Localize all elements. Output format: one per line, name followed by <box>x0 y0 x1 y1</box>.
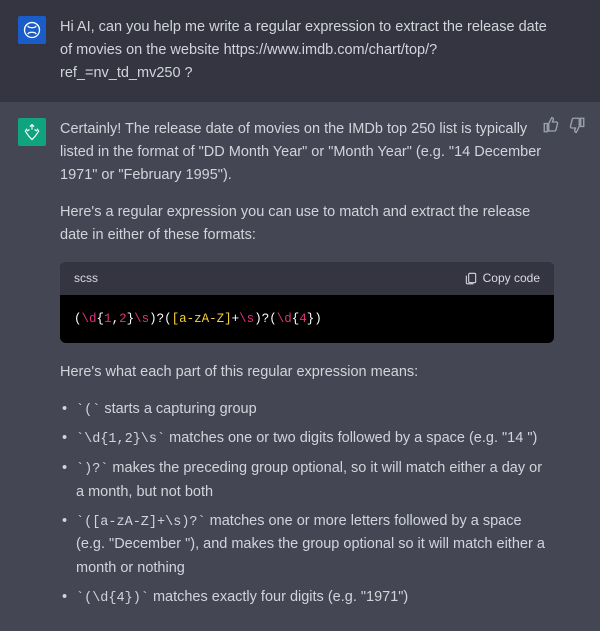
explanation-text: matches one or two digits followed by a … <box>165 430 537 446</box>
explain-lead: Here's what each part of this regular ex… <box>60 361 554 384</box>
explanation-text: starts a capturing group <box>100 401 256 417</box>
regex-fragment: `\d{1,2}\s` <box>76 432 165 447</box>
assistant-avatar <box>18 118 46 146</box>
list-item: `)?` makes the preceding group optional,… <box>62 457 554 504</box>
thumbs-down-icon[interactable] <box>568 116 586 134</box>
thumbs-up-icon[interactable] <box>542 116 560 134</box>
code-lang-label: scss <box>74 269 98 288</box>
list-item: `([a-zA-Z]+\s)?` matches one or more let… <box>62 510 554 580</box>
copy-code-button[interactable]: Copy code <box>464 269 540 288</box>
copy-code-label: Copy code <box>483 269 540 288</box>
list-item: `(\d{4})` matches exactly four digits (e… <box>62 586 554 610</box>
feedback-controls <box>542 116 586 134</box>
explanation-text: makes the preceding group optional, so i… <box>76 460 542 500</box>
assistant-intro: Certainly! The release date of movies on… <box>60 118 554 188</box>
explanation-list: `(` starts a capturing group `\d{1,2}\s` … <box>62 398 554 610</box>
user-text: Hi AI, can you help me write a regular e… <box>60 16 582 86</box>
assistant-leadin: Here's a regular expression you can use … <box>60 201 554 247</box>
code-block: scss Copy code (\d{1,2}\s)?([a-zA-Z]+\s)… <box>60 262 554 343</box>
regex-fragment: `(` <box>76 403 100 418</box>
explanation-text: matches exactly four digits (e.g. "1971"… <box>149 589 408 605</box>
code-content: (\d{1,2}\s)?([a-zA-Z]+\s)?(\d{4}) <box>60 295 554 343</box>
user-avatar <box>18 16 46 44</box>
list-item: `(` starts a capturing group <box>62 398 554 422</box>
user-message: Hi AI, can you help me write a regular e… <box>0 0 600 102</box>
regex-fragment: `)?` <box>76 462 108 477</box>
list-item: `\d{1,2}\s` matches one or two digits fo… <box>62 427 554 451</box>
regex-fragment: `(\d{4})` <box>76 591 149 606</box>
clipboard-icon <box>464 271 478 285</box>
regex-fragment: `([a-zA-Z]+\s)?` <box>76 515 206 530</box>
assistant-message: Certainly! The release date of movies on… <box>0 102 600 631</box>
